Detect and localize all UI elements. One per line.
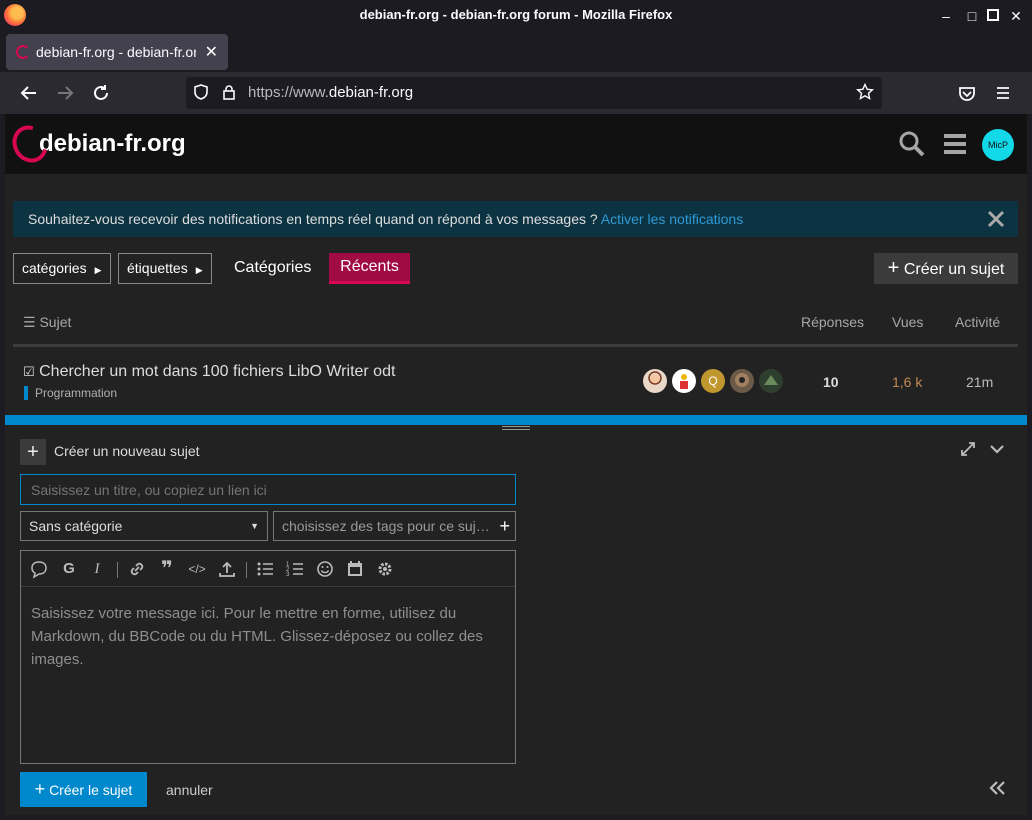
double-chevron-left-icon[interactable] [988,778,1006,798]
plus-icon[interactable]: + [499,512,510,540]
back-button[interactable] [16,80,42,106]
composer-panel: + Créer un nouveau sujet Sans catégorie▼… [5,415,1027,815]
topic-title-input[interactable] [20,474,516,505]
table-divider [13,344,1018,347]
italic-icon[interactable]: I [87,559,107,579]
caret-right-icon: ▶ [94,265,102,275]
window-titlebar: debian-fr.org - debian-fr.org forum - Mo… [0,0,1032,32]
poster-avatar[interactable]: Q [701,369,725,393]
calendar-icon[interactable] [345,559,365,579]
bold-icon[interactable]: G [59,559,79,579]
chevron-down-icon[interactable] [987,439,1007,459]
replies-column-header[interactable]: Réponses [801,314,864,330]
reload-button[interactable] [88,80,114,106]
views-count: 1,6 k [892,374,923,390]
minimize-button[interactable]: – [938,8,954,24]
caret-down-icon: ▼ [250,521,259,531]
close-window-button[interactable]: ✕ [1008,8,1024,24]
topic-column-header[interactable]: ☰ Sujet [23,314,71,331]
page-viewport: debian-fr.org MicP Souhaitez-vous recevo… [5,114,1027,815]
link-icon[interactable] [127,559,147,579]
list-icon: ☰ [23,314,36,330]
tab-bar: debian-fr.org - debian-fr.org ✕ + [0,32,1032,93]
shield-icon[interactable] [192,83,210,101]
quote-bubble-icon[interactable] [29,559,49,579]
maximize-button[interactable]: □ [964,8,980,24]
activity-time[interactable]: 21m [966,374,993,390]
upload-icon[interactable] [217,559,237,579]
poster-avatar[interactable] [643,369,667,393]
categories-link[interactable]: Catégories [234,259,311,277]
replies-count[interactable]: 10 [823,374,839,390]
poster-avatar[interactable] [730,369,754,393]
lock-icon[interactable] [220,83,238,101]
views-column-header[interactable]: Vues [892,314,923,330]
expand-icon[interactable] [958,439,978,459]
url-bar[interactable]: https://www.debian-fr.org [186,77,882,109]
checkbox-icon: ☑ [23,364,35,379]
plus-icon: + [887,257,900,279]
poster-avatar[interactable] [759,369,783,393]
topic-title[interactable]: ☑ Chercher un mot dans 100 fichiers LibO… [23,363,395,381]
debian-swirl-icon [5,119,55,169]
toolbar-divider [246,562,247,578]
tab-title: debian-fr.org - debian-fr.org [36,44,196,60]
plus-icon: + [34,779,46,799]
category-select[interactable]: Sans catégorie ▼ [20,511,268,541]
user-avatar[interactable]: MicP [982,129,1014,161]
poster-avatar[interactable] [672,369,696,393]
bookmark-star-icon[interactable] [856,83,874,101]
restore-button[interactable] [986,8,1002,24]
tags-dropdown[interactable]: étiquettes ▶ [118,253,212,284]
search-icon[interactable] [898,130,926,158]
composer-action-title[interactable]: Créer un nouveau sujet [54,443,200,459]
create-topic-submit-button[interactable]: + Créer le sujet [20,772,147,807]
close-tab-icon[interactable]: ✕ [205,42,218,62]
activity-column-header[interactable]: Activité [955,314,1000,330]
bullet-list-icon[interactable] [255,559,275,579]
categories-dropdown[interactable]: catégories ▶ [13,253,111,284]
topic-category-badge[interactable]: Programmation [24,386,117,400]
message-editor[interactable]: G I ❞ </> 123 Saisissez votre message ic… [20,550,516,764]
emoji-icon[interactable] [315,559,335,579]
url-text: https://www.debian-fr.org [248,84,414,101]
plus-icon[interactable]: + [20,439,46,465]
cancel-link[interactable]: annuler [166,782,213,798]
editor-placeholder: Saisissez votre message ici. Pour le met… [31,605,483,668]
blockquote-icon[interactable]: ❞ [157,559,177,579]
tags-input[interactable]: choisissez des tags pour ce suj… + [273,511,516,541]
tab-recent[interactable]: Récents [329,253,410,284]
numbered-list-icon[interactable]: 123 [285,559,305,579]
caret-right-icon: ▶ [195,265,203,275]
code-icon[interactable]: </> [187,559,207,579]
editor-toolbar: G I ❞ </> 123 [21,551,515,587]
svg-text:3: 3 [286,572,290,578]
app-menu-icon[interactable] [990,80,1016,106]
close-icon[interactable] [986,206,1006,232]
site-header: debian-fr.org MicP [5,114,1027,174]
browser-tab[interactable]: debian-fr.org - debian-fr.org ✕ [6,34,228,70]
debian-favicon-icon [16,45,30,59]
create-topic-button[interactable]: + Créer un sujet [874,253,1018,284]
gear-icon[interactable] [375,559,395,579]
forward-button[interactable] [52,80,78,106]
notification-banner: Souhaitez-vous recevoir des notification… [13,201,1018,237]
toolbar-divider [117,562,118,578]
hamburger-menu-icon[interactable] [941,130,969,158]
notification-message: Souhaitez-vous recevoir des notification… [28,211,744,227]
enable-notifications-link[interactable]: Activer les notifications [601,211,743,227]
window-title: debian-fr.org - debian-fr.org forum - Mo… [359,7,673,22]
site-logo[interactable]: debian-fr.org [5,119,186,169]
pocket-icon[interactable] [954,80,980,106]
logo-text: debian-fr.org [39,130,186,157]
navigation-bar: https://www.debian-fr.org [0,72,1032,114]
composer-resize-grip[interactable] [502,426,530,430]
